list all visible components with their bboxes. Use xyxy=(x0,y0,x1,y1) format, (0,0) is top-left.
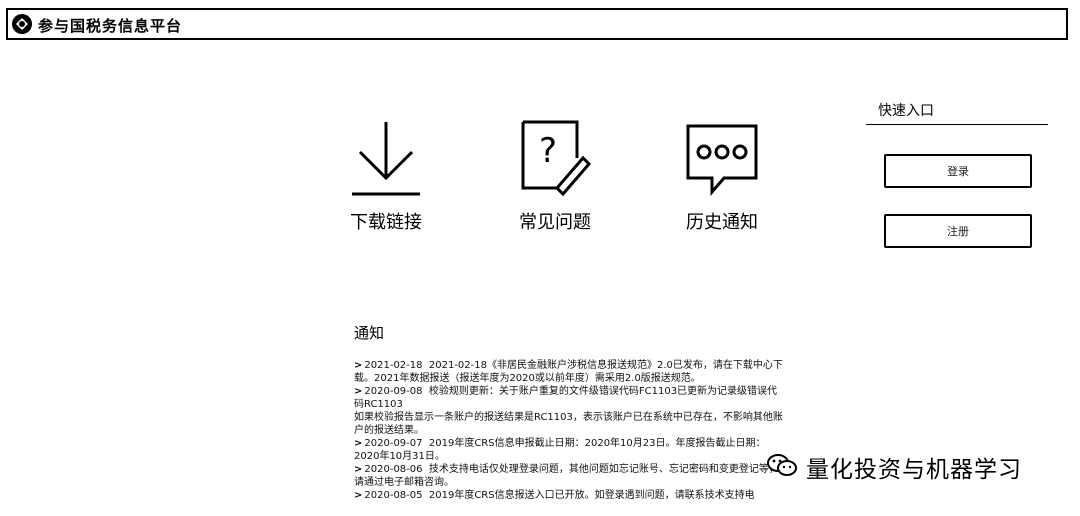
logo-icon xyxy=(10,12,34,36)
notice-date: 2020-08-05 xyxy=(364,490,423,501)
watermark-text: 量化投资与机器学习 xyxy=(806,457,1022,483)
notice-date: 2020-09-08 xyxy=(364,386,423,397)
chevron-right-icon: > xyxy=(354,464,363,475)
svg-text:?: ? xyxy=(539,131,557,171)
register-button[interactable]: 注册 xyxy=(884,214,1032,248)
notice-date: 2020-08-06 xyxy=(364,464,423,475)
chevron-right-icon: > xyxy=(354,438,363,449)
chevron-right-icon: > xyxy=(354,490,363,501)
title-bar: 参与国税务信息平台 xyxy=(6,8,1068,40)
quick-entry-panel: 快速入口 xyxy=(866,100,1048,125)
tile-faq[interactable]: ? 常见问题 xyxy=(485,118,625,234)
tile-faq-label: 常见问题 xyxy=(519,212,591,233)
faq-icon: ? xyxy=(485,118,625,198)
tile-history-label: 历史通知 xyxy=(686,212,758,233)
tile-history[interactable]: 历史通知 xyxy=(652,118,792,234)
chevron-right-icon: > xyxy=(354,360,363,371)
notice-section: 通知 >2021-02-18 2021-02-18《非居民金融账户涉税信息报送规… xyxy=(354,322,784,502)
download-icon xyxy=(316,118,456,198)
notice-text: 2019年度CRS信息报送入口已开放。如登录遇到问题，请联系技术支持电 xyxy=(428,490,755,501)
notice-date: 2021-02-18 xyxy=(364,360,423,371)
notice-item[interactable]: >2020-09-08 校验规则更新：关于账户重复的文件级错误代码FC1103已… xyxy=(354,385,784,437)
notice-item[interactable]: >2021-02-18 2021-02-18《非居民金融账户涉税信息报送规范》2… xyxy=(354,359,784,385)
notice-date: 2020-09-07 xyxy=(364,438,423,449)
page-title: 参与国税务信息平台 xyxy=(38,17,183,35)
tile-download[interactable]: 下载链接 xyxy=(316,118,456,234)
notice-item[interactable]: >2020-09-07 2019年度CRS信息申报截止日期：2020年10月23… xyxy=(354,437,784,463)
wechat-icon xyxy=(766,452,798,482)
quick-entry-title: 快速入口 xyxy=(866,100,1048,125)
tile-download-label: 下载链接 xyxy=(350,212,422,233)
watermark: 量化投资与机器学习 xyxy=(766,452,1022,483)
notice-title: 通知 xyxy=(354,324,385,342)
notice-item[interactable]: >2020-08-05 2019年度CRS信息报送入口已开放。如登录遇到问题，请… xyxy=(354,489,784,502)
notice-item[interactable]: >2020-08-06 技术支持电话仅处理登录问题，其他问题如忘记账号、忘记密码… xyxy=(354,463,784,489)
chevron-right-icon: > xyxy=(354,386,363,397)
login-button[interactable]: 登录 xyxy=(884,154,1032,188)
message-icon xyxy=(652,118,792,198)
